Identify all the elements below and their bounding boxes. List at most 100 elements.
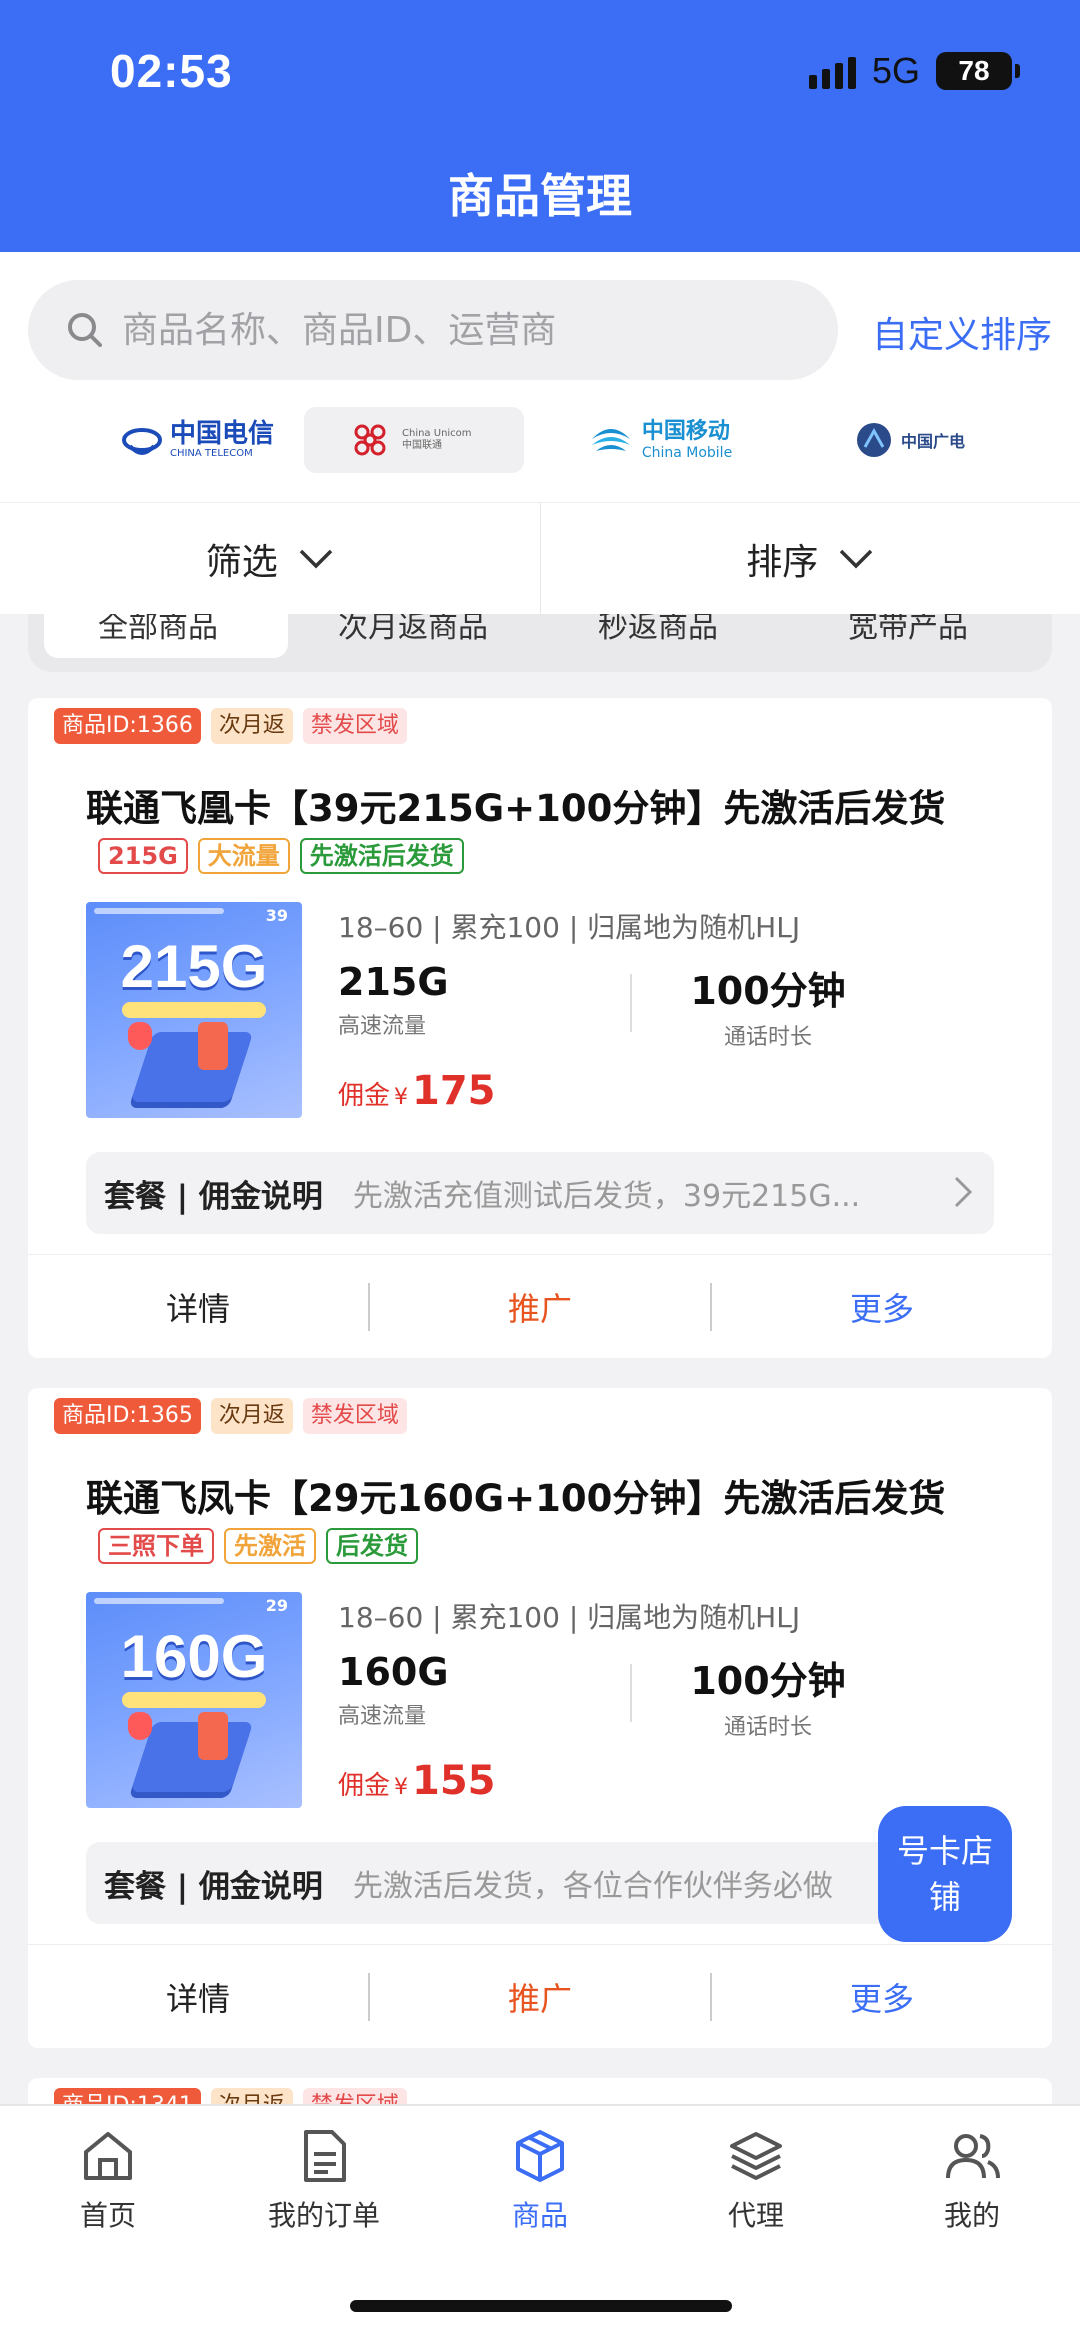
product-title: 联通飞凰卡【39元215G+100分钟】先激活后发货: [86, 787, 946, 830]
call-illustration: [198, 1712, 228, 1760]
nav-label: 商品: [511, 2199, 568, 2232]
thumb-price: 29: [265, 1596, 288, 1615]
network-type: 5G: [871, 50, 920, 91]
data-label: 高速流量: [338, 1014, 427, 1039]
sort-button[interactable]: 排序: [541, 503, 1080, 614]
call-stat: 100分钟 通话时长: [648, 1650, 888, 1741]
thumb-decoration: [122, 1692, 266, 1708]
carrier-mobile-sub: China Mobile: [641, 445, 733, 461]
chevron-down-icon: [840, 549, 873, 568]
filter-label: 筛选: [205, 541, 278, 583]
shield-illustration: [128, 1712, 152, 1740]
thumb-decoration: [94, 1598, 224, 1604]
document-icon: [304, 2130, 346, 2182]
commission-value: 175: [412, 1068, 496, 1114]
feature-pill: 先激活: [224, 1528, 316, 1564]
product-card[interactable]: 商品ID:1365 次月返 禁发区域 联通飞凤卡【29元160G+100分钟】先…: [28, 1388, 1052, 2048]
card-actions: 详情 推广 更多: [28, 1944, 1052, 2048]
more-button[interactable]: 更多: [712, 1974, 1052, 2020]
data-label: 高速流量: [338, 1704, 427, 1729]
broadcast-logo-icon: [856, 423, 891, 457]
product-thumbnail[interactable]: 29 160G: [86, 1592, 302, 1808]
call-illustration: [198, 1022, 228, 1070]
product-id-tag: 商品ID:1365: [54, 1398, 201, 1434]
data-value: 160G: [338, 1650, 449, 1694]
restricted-area-tag[interactable]: 禁发区域: [302, 708, 407, 744]
home-indicator[interactable]: [350, 2300, 732, 2312]
search-input[interactable]: [122, 309, 802, 351]
nav-item-products[interactable]: 商品: [432, 2126, 648, 2234]
carrier-mobile[interactable]: 中国移动 China Mobile: [550, 407, 770, 473]
divider: [630, 974, 632, 1032]
thumb-decoration: [122, 1002, 266, 1018]
nav-item-mine[interactable]: 我的: [864, 2126, 1080, 2234]
product-card[interactable]: 商品ID:1366 次月返 禁发区域 联通飞凰卡【39元215G+100分钟】先…: [28, 698, 1052, 1358]
thumb-decoration: [94, 908, 224, 914]
carrier-telecom-name: 中国电信: [169, 419, 274, 449]
plan-title: 套餐 | 佣金说明: [104, 1178, 323, 1215]
sort-label: 排序: [746, 541, 819, 583]
product-info: 18–60 | 累充100 | 归属地为随机HLJ: [338, 1601, 801, 1634]
nav-item-agent[interactable]: 代理: [648, 2126, 864, 2234]
tab-broadband[interactable]: 宽带产品: [848, 614, 968, 646]
rebate-tag: 次月返: [210, 1398, 293, 1434]
nav-label: 我的订单: [267, 2199, 380, 2232]
plan-description-bar[interactable]: 套餐 | 佣金说明 先激活充值测试后发货，39元215G...: [86, 1152, 994, 1234]
layers-icon: [730, 2132, 782, 2180]
data-value: 215G: [338, 960, 449, 1004]
nav-item-home[interactable]: 首页: [0, 2126, 216, 2234]
nav-item-orders[interactable]: 我的订单: [216, 2126, 432, 2234]
carrier-telecom[interactable]: 中国电信 CHINA TELECOM: [88, 407, 308, 473]
feature-pills: 三照下单 先激活 后发货: [98, 1528, 418, 1564]
details-button[interactable]: 详情: [28, 1974, 368, 2020]
plan-description-bar[interactable]: 套餐 | 佣金说明 先激活后发货，各位合作伙伴务必做: [86, 1842, 994, 1924]
signal-icon: [808, 53, 856, 89]
more-button[interactable]: 更多: [712, 1284, 1052, 1330]
product-thumbnail[interactable]: 39 215G: [86, 902, 302, 1118]
nav-label: 代理: [727, 2199, 784, 2232]
call-label: 通话时长: [723, 1025, 812, 1050]
divider: [630, 1664, 632, 1722]
custom-sort-link[interactable]: 自定义排序: [872, 306, 1052, 358]
data-stat: 215G 高速流量: [338, 960, 449, 1040]
promote-button[interactable]: 推广: [370, 1974, 710, 2020]
tab-all[interactable]: 全部商品: [98, 614, 218, 646]
carrier-logos: 中国电信 CHINA TELECOM China Unicom 中国联通 中国移…: [0, 407, 1080, 487]
call-value: 100分钟: [690, 1659, 846, 1703]
box-icon: [516, 2130, 564, 2182]
mobile-logo-icon: [591, 429, 630, 451]
battery-icon: 78: [936, 52, 1020, 90]
search-bar[interactable]: [28, 280, 838, 380]
tag-row: 商品ID:1365 次月返 禁发区域: [54, 1398, 407, 1434]
telecom-logo-icon: [121, 428, 162, 455]
thumb-price: 39: [265, 906, 288, 925]
commission-label: 佣金: [338, 1771, 391, 1801]
chevron-right-icon: [954, 1176, 973, 1208]
commission-value: 155: [412, 1758, 496, 1804]
feature-pill: 大流量: [197, 838, 290, 874]
card-shop-float-button[interactable]: 号卡店铺: [878, 1806, 1012, 1942]
plan-title: 套餐 | 佣金说明: [104, 1868, 323, 1905]
rebate-tag: 次月返: [210, 708, 293, 744]
filter-bar: 筛选 排序: [0, 502, 1080, 614]
carrier-mobile-name: 中国移动: [641, 419, 730, 444]
feature-pill: 后发货: [326, 1528, 418, 1564]
commission: 佣金 ¥ 155: [338, 1758, 496, 1804]
card-actions: 详情 推广 更多: [28, 1254, 1052, 1358]
home-icon: [84, 2132, 132, 2180]
commission: 佣金 ¥ 175: [338, 1068, 496, 1114]
status-time: 02:53: [110, 45, 233, 97]
product-id-tag: 商品ID:1366: [54, 708, 201, 744]
product-info: 18–60 | 累充100 | 归属地为随机HLJ: [338, 911, 801, 944]
tab-instant[interactable]: 秒返商品: [598, 614, 718, 646]
details-button[interactable]: 详情: [28, 1284, 368, 1330]
unicom-logo-icon: [354, 424, 386, 456]
call-value: 100分钟: [690, 969, 846, 1013]
restricted-area-tag[interactable]: 禁发区域: [302, 1398, 407, 1434]
carrier-unicom[interactable]: China Unicom 中国联通: [304, 407, 524, 473]
carrier-broadcast[interactable]: 中国广电: [800, 407, 1020, 473]
tab-next-month[interactable]: 次月返商品: [338, 614, 488, 646]
nav-label: 我的: [943, 2199, 1000, 2232]
filter-button[interactable]: 筛选: [0, 503, 540, 614]
promote-button[interactable]: 推广: [370, 1284, 710, 1330]
